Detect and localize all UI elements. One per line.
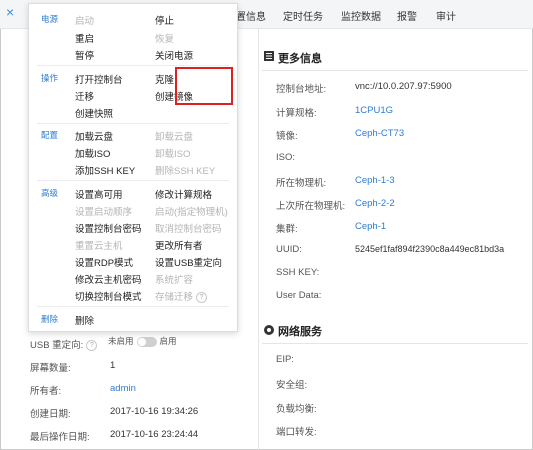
usb-off-label: 未启用	[108, 336, 134, 346]
image-link[interactable]: Ceph-CT73	[355, 128, 404, 139]
usb-redirect-toggle-group: 未启用 启用	[108, 335, 177, 347]
last-host-label: 上次所在物理机:	[276, 201, 346, 212]
menu-attach-iso[interactable]: 加载ISO	[75, 146, 110, 160]
menu-create-snapshot[interactable]: 创建快照	[75, 106, 113, 120]
group-delete: 删除	[41, 314, 59, 324]
usb-redirect-toggle[interactable]	[136, 336, 157, 347]
help-icon[interactable]: ?	[86, 339, 98, 351]
instance-offering-link[interactable]: 1CPU1G	[355, 105, 393, 116]
section-divider	[262, 343, 528, 344]
instance-offering-label: 计算规格:	[276, 108, 317, 119]
menu-cancel-console-password: 取消控制台密码	[155, 224, 222, 235]
menu-clone[interactable]: 克隆	[155, 72, 174, 86]
menu-set-ha[interactable]: 设置高可用	[75, 187, 123, 201]
menu-poweroff[interactable]: 关闭电源	[155, 48, 193, 62]
menu-expand-root: 系统扩容	[155, 275, 194, 286]
menu-separator	[37, 306, 229, 307]
created-date-label: 创建日期:	[30, 409, 71, 420]
menu-console-mode[interactable]: 切换控制台模式	[75, 289, 142, 303]
help-icon[interactable]: ?	[196, 291, 208, 303]
menu-separator	[37, 65, 229, 66]
menu-restart[interactable]: 重启	[75, 31, 94, 45]
owner-label: 所有者:	[30, 386, 62, 397]
menu-delete[interactable]: 删除	[75, 313, 94, 327]
menu-pause[interactable]: 暂停	[75, 48, 94, 62]
menu-usb-redirect[interactable]: 设置USB重定向	[155, 255, 222, 269]
section-divider	[262, 70, 528, 71]
console-address-value: vnc://10.0.207.97:5900	[355, 81, 452, 92]
tab-config-info[interactable]: 置信息	[236, 8, 266, 23]
group-power: 电源	[41, 14, 59, 24]
network-icon	[264, 325, 274, 335]
toggle-knob	[137, 337, 146, 346]
menu-open-console[interactable]: 打开控制台	[75, 72, 123, 86]
more-info-title: 更多信息	[278, 53, 322, 65]
column-divider	[258, 28, 259, 450]
uuid-label: UUID:	[276, 244, 302, 255]
menu-stop[interactable]: 停止	[155, 13, 174, 27]
menu-console-password[interactable]: 设置控制台密码	[75, 221, 142, 235]
menu-detach-iso: 卸载ISO	[155, 149, 191, 160]
menu-delete-ssh-key: 删除SSH KEY	[155, 166, 216, 177]
host-link[interactable]: Ceph-1-3	[355, 175, 395, 186]
eip-label: EIP:	[276, 354, 294, 365]
cluster-link[interactable]: Ceph-1	[355, 221, 386, 232]
menu-boot-order: 设置启动顺序	[75, 207, 133, 218]
port-forwarding-label: 端口转发:	[276, 427, 317, 438]
host-label: 所在物理机:	[276, 178, 327, 189]
tab-audit[interactable]: 审计	[436, 8, 456, 23]
usb-on-label: 启用	[159, 336, 177, 346]
image-label: 镜像:	[276, 131, 298, 142]
screens-value: 1	[110, 360, 116, 371]
user-data-label: User Data:	[276, 290, 322, 301]
menu-vm-password[interactable]: 修改云主机密码	[75, 272, 142, 286]
highlight-box	[175, 67, 233, 105]
menu-migrate[interactable]: 迁移	[75, 89, 94, 103]
last-op-date-label: 最后操作日期:	[30, 432, 90, 443]
menu-add-ssh-key[interactable]: 添加SSH KEY	[75, 163, 135, 177]
created-date-value: 2017-10-16 19:34:26	[110, 406, 199, 417]
menu-separator	[37, 180, 229, 181]
menu-attach-volume[interactable]: 加载云盘	[75, 129, 113, 143]
iso-label: ISO:	[276, 152, 296, 163]
vm-action-menu: 电源 启动 停止 重启 恢复 暂停 关闭电源 操作 打开控制台 克隆 迁移 创建…	[28, 3, 238, 332]
list-icon	[264, 51, 274, 61]
group-config: 配置	[41, 130, 59, 140]
menu-storage-migrate: 存储迁移?	[155, 289, 208, 303]
menu-reinstall: 重置云主机	[75, 241, 123, 252]
screens-label: 屏幕数量:	[30, 363, 71, 374]
console-address-label: 控制台地址:	[276, 84, 327, 95]
load-balancer-label: 负载均衡:	[276, 404, 317, 415]
group-operation: 操作	[41, 73, 59, 83]
menu-start-on-host: 启动(指定物理机)	[155, 207, 228, 218]
menu-separator	[37, 123, 229, 124]
last-host-link[interactable]: Ceph-2-2	[355, 198, 395, 209]
network-title: 网络服务	[278, 326, 322, 338]
menu-start: 启动	[75, 16, 95, 27]
tab-scheduled-jobs[interactable]: 定时任务	[283, 8, 323, 23]
tab-alarms[interactable]: 报警	[397, 8, 417, 23]
uuid-value: 5245ef1faf894f2390c8a449ec81bd3a	[355, 244, 505, 254]
close-icon[interactable]: ×	[6, 5, 14, 19]
menu-resume: 恢复	[155, 34, 175, 45]
last-op-date-value: 2017-10-16 23:24:44	[110, 429, 199, 440]
menu-change-spec[interactable]: 修改计算规格	[155, 187, 212, 201]
usb-redirect-label: USB 重定向:?	[30, 337, 98, 351]
cluster-label: 集群:	[276, 224, 298, 235]
owner-link[interactable]: admin	[110, 383, 136, 394]
group-advanced: 高级	[41, 188, 59, 198]
tab-monitoring[interactable]: 监控数据	[341, 8, 381, 23]
menu-detach-volume: 卸载云盘	[155, 132, 194, 143]
menu-rdp-mode[interactable]: 设置RDP模式	[75, 255, 133, 269]
ssh-key-label: SSH KEY:	[276, 267, 320, 278]
menu-change-owner[interactable]: 更改所有者	[155, 238, 203, 252]
security-group-label: 安全组:	[276, 380, 308, 391]
